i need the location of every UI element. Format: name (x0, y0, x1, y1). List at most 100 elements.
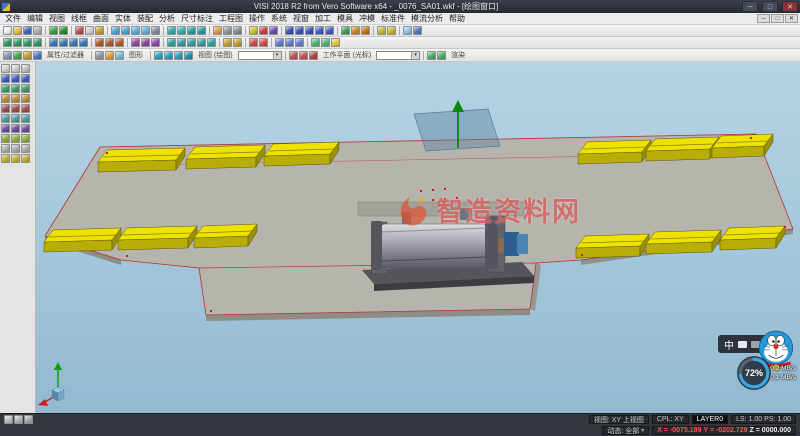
cylinder-assembly[interactable] (358, 202, 534, 291)
guide-rail-block[interactable] (98, 148, 185, 172)
pan-icon[interactable] (151, 26, 160, 35)
intersect-tool-icon[interactable] (21, 104, 30, 113)
menu-item-加工[interactable]: 加工 (312, 13, 334, 24)
menu-item-工程图[interactable]: 工程图 (216, 13, 246, 24)
extend-icon[interactable] (141, 38, 150, 47)
feature-hole-icon[interactable] (1, 134, 10, 143)
menu-item-模具[interactable]: 模具 (334, 13, 356, 24)
dynamic-mode-selector[interactable]: 动态: 全部 ▾ (602, 426, 649, 435)
view-top-icon[interactable] (177, 26, 186, 35)
current-view-indicator[interactable]: 视图: XY 上视图 (589, 415, 649, 424)
analyze-icon[interactable] (249, 38, 258, 47)
line-tool-icon[interactable] (11, 74, 20, 83)
solid-block-icon[interactable] (1, 124, 10, 133)
shaded-mode-icon[interactable] (105, 51, 114, 60)
rect-tool-icon[interactable] (1, 94, 10, 103)
view-iso-icon[interactable] (167, 26, 176, 35)
fillet-icon[interactable] (49, 38, 58, 47)
constraint-icon[interactable] (233, 38, 242, 47)
material-icon[interactable] (321, 38, 330, 47)
minimize-button[interactable]: ─ (742, 1, 758, 12)
snap-end-icon[interactable] (4, 415, 13, 424)
view-front-icon[interactable] (187, 26, 196, 35)
mdi-minimize-button[interactable]: ─ (757, 14, 770, 23)
menu-item-冲模[interactable]: 冲模 (356, 13, 378, 24)
cpl-indicator[interactable]: CPL: XY (652, 415, 689, 424)
visibility-icon[interactable] (11, 154, 20, 163)
cpl-xy-icon[interactable] (289, 51, 298, 60)
ghost-mode-icon[interactable] (115, 51, 124, 60)
sweep-icon[interactable] (23, 38, 32, 47)
trim-icon[interactable] (131, 38, 140, 47)
edge-filter-icon[interactable] (23, 51, 32, 60)
face-filter-icon[interactable] (33, 51, 42, 60)
chevron-down-icon[interactable]: ▾ (273, 52, 281, 59)
rotate-icon[interactable] (197, 38, 206, 47)
save-icon[interactable] (23, 26, 32, 35)
boolean-icon[interactable] (361, 26, 370, 35)
menu-item-尺寸标注[interactable]: 尺寸标注 (178, 13, 216, 24)
edit-props-icon[interactable] (21, 144, 30, 153)
feature-rib-icon[interactable] (11, 134, 20, 143)
revolve-icon[interactable] (13, 38, 22, 47)
ellipse-tool-icon[interactable] (11, 84, 20, 93)
calculator-icon[interactable] (403, 26, 412, 35)
isolate-icon[interactable] (21, 154, 30, 163)
attributes-icon[interactable] (269, 26, 278, 35)
snap-mid-icon[interactable] (14, 415, 23, 424)
loft-icon[interactable] (33, 38, 42, 47)
curve-icon[interactable] (325, 26, 334, 35)
menu-item-视窗[interactable]: 视窗 (290, 13, 312, 24)
split-icon[interactable] (151, 38, 160, 47)
render-settings-icon[interactable] (437, 51, 446, 60)
menu-item-模流分析[interactable]: 模流分析 (408, 13, 446, 24)
guide-rail-block[interactable] (118, 226, 197, 250)
menu-item-实体[interactable]: 实体 (112, 13, 134, 24)
view-iso-quick-icon[interactable] (174, 51, 183, 60)
measure-icon[interactable] (377, 26, 386, 35)
text-tool-icon[interactable] (21, 94, 30, 103)
solid-sphere-icon[interactable] (21, 124, 30, 133)
menu-item-系统[interactable]: 系统 (268, 13, 290, 24)
viewport-3d[interactable]: 智造资料网 中 (36, 62, 800, 413)
quick-filter-icon[interactable] (13, 51, 22, 60)
maximize-button[interactable]: □ (762, 1, 778, 12)
guide-rail-block[interactable] (186, 145, 265, 169)
guide-rail-block[interactable] (44, 228, 121, 252)
pocket-icon[interactable] (105, 38, 114, 47)
arc-tool-icon[interactable] (21, 74, 30, 83)
offset-tool-icon[interactable] (1, 104, 10, 113)
menu-item-视图[interactable]: 视图 (46, 13, 68, 24)
hole-icon[interactable] (95, 38, 104, 47)
view-top-quick-icon[interactable] (164, 51, 173, 60)
paste-icon[interactable] (95, 26, 104, 35)
print-icon[interactable] (33, 26, 42, 35)
extrude-icon[interactable] (3, 38, 12, 47)
open-icon[interactable] (13, 26, 22, 35)
surface-patch-icon[interactable] (1, 114, 10, 123)
guide-rail-block[interactable] (646, 230, 721, 254)
chevron-down-icon[interactable]: ▾ (411, 52, 419, 59)
ime-mode-label[interactable]: 中 (724, 337, 734, 352)
guide-rail-block[interactable] (646, 137, 719, 161)
mdi-restore-button[interactable]: □ (771, 14, 784, 23)
wireframe-icon[interactable] (223, 26, 232, 35)
lasso-icon[interactable] (21, 64, 30, 73)
grid-icon[interactable] (295, 38, 304, 47)
surface-blend-icon[interactable] (21, 114, 30, 123)
draft-icon[interactable] (79, 38, 88, 47)
move-icon[interactable] (187, 38, 196, 47)
menu-item-帮助[interactable]: 帮助 (446, 13, 468, 24)
undo-icon[interactable] (49, 26, 58, 35)
feature-slot-icon[interactable] (21, 134, 30, 143)
snap-settings-icon[interactable] (285, 38, 294, 47)
new-icon[interactable] (3, 26, 12, 35)
shaded-icon[interactable] (213, 26, 222, 35)
light-icon[interactable] (331, 38, 340, 47)
menu-item-装配[interactable]: 装配 (134, 13, 156, 24)
section-icon[interactable] (259, 38, 268, 47)
guide-rail-block[interactable] (712, 134, 773, 158)
mdi-close-button[interactable]: ✕ (785, 14, 798, 23)
scale-indicator[interactable]: LS: 1.00 PS: 1.00 (731, 415, 796, 424)
menu-item-分析[interactable]: 分析 (156, 13, 178, 24)
